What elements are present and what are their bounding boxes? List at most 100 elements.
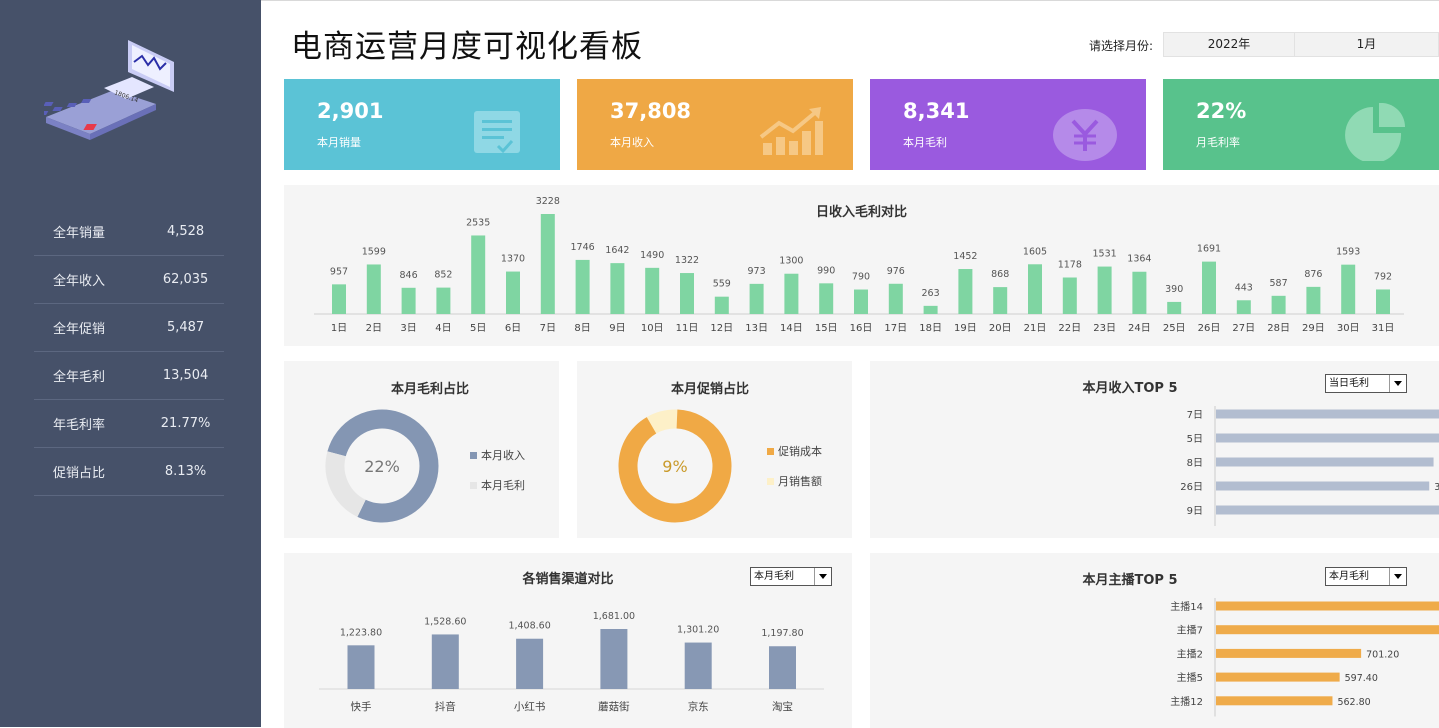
summary-value: 21.77% — [147, 416, 224, 431]
data-label: 2535 — [466, 217, 490, 228]
data-label: 1452 — [953, 251, 977, 262]
y-tick-label: 主播12 — [1170, 695, 1203, 708]
x-tick-label: 5日 — [470, 323, 486, 334]
data-label: 1691 — [1197, 244, 1221, 255]
x-tick-label: 1日 — [331, 323, 347, 334]
x-tick-label: 27日 — [1232, 323, 1255, 334]
x-tick-label: 24日 — [1128, 323, 1151, 334]
x-tick-label: 小红书 — [514, 700, 546, 713]
summary-row: 年毛利率21.77% — [34, 400, 224, 448]
daily-bar — [1306, 287, 1320, 314]
x-tick-label: 10日 — [641, 323, 664, 334]
daily-bar — [784, 274, 798, 314]
trend-bars-icon — [759, 107, 825, 157]
legend-item: 本月毛利 — [470, 477, 525, 493]
y-tick-label: 8日 — [1187, 458, 1203, 469]
daily-bar — [1376, 289, 1390, 314]
data-label: 1,681.00 — [593, 611, 635, 622]
x-tick-label: 9日 — [609, 323, 625, 334]
data-label: 1599 — [362, 246, 386, 257]
hbar — [1216, 625, 1439, 634]
hbar — [1216, 506, 1439, 515]
x-tick-label: 22日 — [1058, 323, 1081, 334]
x-tick-label: 4日 — [435, 323, 451, 334]
daily-bar — [541, 214, 555, 314]
x-tick-label: 28日 — [1267, 323, 1290, 334]
x-tick-label: 30日 — [1337, 323, 1360, 334]
page-title: 电商运营月度可视化看板 — [291, 21, 643, 66]
channel-bar — [685, 643, 712, 689]
x-tick-label: 29日 — [1302, 323, 1325, 334]
data-label: 868 — [991, 269, 1009, 280]
summary-value: 4,528 — [147, 224, 224, 239]
hbar — [1216, 649, 1361, 658]
daily-bar — [680, 273, 694, 314]
donut-slice — [652, 419, 677, 425]
summary-value: 13,504 — [147, 368, 224, 383]
data-label: 973 — [748, 266, 766, 277]
daily-bar — [436, 288, 450, 314]
kpi-label: 本月毛利 — [903, 134, 947, 150]
donut-center-label: 9% — [662, 457, 687, 476]
channel-bar — [348, 645, 375, 689]
summary-row: 全年收入62,035 — [34, 256, 224, 304]
dashboard-main: 电商运营月度可视化看板 请选择月份: 2022年 1月 2,901 本月销量 3… — [261, 0, 1439, 727]
daily-bar — [506, 272, 520, 314]
daily-bar — [1341, 265, 1355, 314]
daily-bar — [1132, 272, 1146, 314]
daily-bar — [576, 260, 590, 314]
annual-summary: 全年销量4,528全年收入62,035全年促销5,487全年毛利13,504年毛… — [34, 208, 224, 496]
channel-bar — [600, 629, 627, 689]
x-tick-label: 13日 — [745, 323, 768, 334]
hbar — [1216, 458, 1434, 467]
kpi-card-margin: 22% 月毛利率 — [1163, 79, 1439, 170]
data-label: 1,528.60 — [424, 616, 466, 627]
x-tick-label: 11日 — [676, 323, 699, 334]
data-label: 1370 — [501, 254, 525, 265]
summary-row: 促销占比8.13% — [34, 448, 224, 496]
document-check-icon — [472, 109, 524, 157]
daily-bar — [1167, 302, 1181, 314]
data-label: 846 — [400, 270, 418, 281]
x-tick-label: 21日 — [1024, 323, 1047, 334]
calculator-illustration-icon: 1806.14 — [44, 32, 184, 152]
channels-bar-chart: 1,223.80快手1,528.60抖音1,408.60小红书1,681.00蘑… — [284, 553, 852, 728]
daily-bar — [1063, 278, 1077, 314]
daily-bar — [819, 283, 833, 314]
data-label: 1,197.80 — [761, 628, 803, 639]
x-tick-label: 15日 — [815, 323, 838, 334]
data-label: 1531 — [1093, 249, 1117, 260]
data-label: 990 — [817, 265, 835, 276]
x-tick-label: 抖音 — [435, 700, 456, 713]
kpi-label: 月毛利率 — [1196, 134, 1240, 150]
x-tick-label: 3日 — [400, 323, 416, 334]
daily-bar — [924, 306, 938, 314]
y-tick-label: 主播7 — [1177, 624, 1203, 637]
daily-bar — [1202, 262, 1216, 314]
promo-share-panel: 本月促销占比 9% 促销成本 月销售额 — [577, 361, 852, 538]
daily-bar — [1028, 264, 1042, 314]
data-label: 1746 — [571, 242, 595, 253]
daily-bar — [958, 269, 972, 314]
hbar — [1216, 434, 1439, 443]
daily-bar — [1237, 300, 1251, 314]
hbar — [1216, 673, 1340, 682]
month-select[interactable]: 1月 — [1294, 32, 1439, 57]
hbar — [1216, 696, 1332, 705]
x-tick-label: 20日 — [989, 323, 1012, 334]
x-tick-label: 快手 — [351, 700, 372, 713]
y-tick-label: 主播5 — [1177, 671, 1203, 684]
legend-item: 本月收入 — [470, 447, 525, 463]
year-select[interactable]: 2022年 — [1163, 32, 1295, 57]
daily-chart-panel: 日收入毛利对比 9571日15992日8463日8524日25355日13706… — [284, 185, 1439, 346]
data-label: 790 — [852, 272, 870, 283]
data-label: 562.80 — [1337, 697, 1370, 708]
top5-hosts-bar-chart: 主播141,841.00主播71,163.60主播2701.20主播5597.4… — [870, 553, 1439, 728]
data-label: 559 — [713, 279, 731, 290]
summary-label: 全年销量 — [34, 222, 147, 241]
x-tick-label: 31日 — [1372, 323, 1395, 334]
data-label: 363.20 — [1434, 482, 1439, 493]
x-tick-label: 16日 — [850, 323, 873, 334]
hbar — [1216, 602, 1439, 611]
data-label: 1322 — [675, 255, 699, 266]
